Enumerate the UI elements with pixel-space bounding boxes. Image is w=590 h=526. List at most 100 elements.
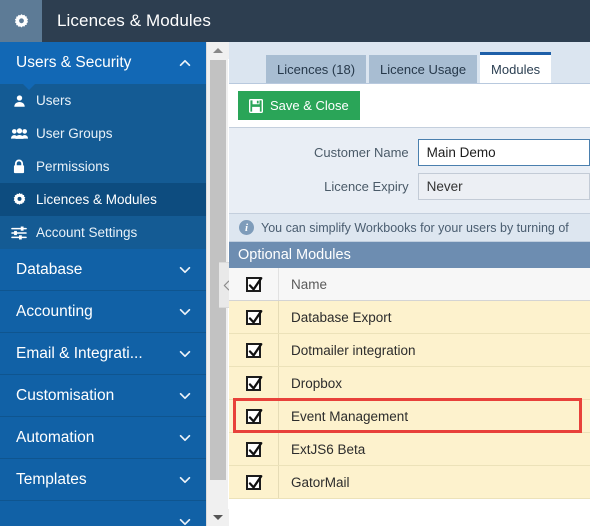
row-checkbox-cell[interactable] [229,301,279,333]
module-name: Database Export [291,309,392,325]
module-checkbox[interactable] [246,342,263,358]
content-toolbar: Save & Close [229,84,590,127]
row-checkbox-cell[interactable] [229,334,279,366]
sidebar-group-label: Users & Security [16,54,132,71]
table-row[interactable]: Event Management [229,398,590,433]
module-checkbox[interactable] [246,408,263,424]
lock-icon [8,159,30,175]
sidebar-item-label: User Groups [36,126,113,141]
grid-title: Optional Modules [238,247,351,263]
triangle-up-icon [213,48,223,53]
module-checkbox[interactable] [246,441,263,457]
sidebar-group-label: Email & Integrati... [16,344,143,362]
sidebar-group-customisation[interactable]: Customisation [0,375,206,417]
module-name: ExtJS6 Beta [291,441,366,457]
app-logo[interactable] [0,0,42,42]
checkmark-icon [248,441,263,456]
tab-licence-usage[interactable]: Licence Usage [369,55,478,83]
sidebar-group-automation[interactable]: Automation [0,417,206,459]
chevron-down-icon [179,308,191,315]
select-all-cell[interactable] [229,268,279,300]
module-checkbox[interactable] [246,309,263,325]
checkmark-icon [248,309,263,324]
sidebar-group-label: Customisation [16,386,115,404]
tab-strip: Licences (18) Licence Usage Modules [229,42,590,84]
tab-label: Licences (18) [277,61,356,77]
sidebar-subitems: Users User Groups Permissions Licences &… [0,84,206,249]
sidebar-group-users-security[interactable]: Users & Security [0,42,206,90]
sidebar-item-account-settings[interactable]: Account Settings [0,216,206,249]
sidebar-item-permissions[interactable]: Permissions [0,150,206,183]
tab-licences[interactable]: Licences (18) [266,55,367,83]
info-banner-text: You can simplify Workbooks for your user… [261,220,569,235]
save-and-close-button[interactable]: Save & Close [238,91,360,120]
table-row[interactable]: Database Export [229,301,590,334]
floppy-disk-icon [249,98,263,113]
sidebar-item-label: Permissions [36,159,110,174]
sidebar-group-label: Automation [16,428,95,446]
group-pointer [22,83,36,90]
sidebar-item-licences-modules[interactable]: Licences & Modules [0,183,206,216]
scroll-up-button[interactable] [207,42,229,59]
checkmark-icon [248,375,263,390]
chevron-down-icon [179,350,191,357]
sidebar-group-label: Accounting [16,302,93,320]
chevron-up-icon [179,59,191,67]
tab-label: Modules [491,61,541,77]
table-row[interactable]: ExtJS6 Beta [229,433,590,466]
application-window: Licences & Modules Users & Security User… [0,0,590,526]
module-name: Dotmailer integration [291,342,416,358]
module-name: Event Management [291,408,409,424]
sidebar-group-database[interactable]: Database [0,249,206,291]
sidebar-group-accounting[interactable]: Accounting [0,291,206,333]
sidebar-group-label: Database [16,260,83,278]
module-name: Dropbox [291,375,343,391]
checkmark-icon [248,408,263,423]
sidebar-group-label: Templates [16,470,87,488]
tab-label: Licence Usage [380,61,467,77]
module-checkbox[interactable] [246,375,263,391]
save-button-label: Save & Close [270,98,349,113]
users-group-icon [8,126,30,142]
checkmark-icon [248,474,263,489]
info-banner: i You can simplify Workbooks for your us… [229,214,590,242]
table-row[interactable]: Dropbox [229,367,590,400]
licence-expiry-field[interactable] [417,173,590,200]
row-checkbox-cell[interactable] [229,400,279,432]
tab-modules[interactable]: Modules [480,52,552,83]
customer-name-label: Customer Name [314,145,409,160]
grid-column-header-row: Name [229,268,590,301]
row-checkbox-cell[interactable] [229,433,279,465]
form-row-customer-name: Customer Name [229,139,590,166]
gear-icon [8,192,30,208]
form-row-licence-expiry: Licence Expiry [229,173,590,200]
triangle-down-icon [213,515,223,520]
sidebar-item-label: Users [36,93,72,108]
module-checkbox[interactable] [246,474,263,490]
sidebar-group-partial[interactable] [0,501,206,526]
row-checkbox-cell[interactable] [229,466,279,498]
chevron-down-icon [179,518,191,525]
grid-column-header-name[interactable]: Name [279,277,327,292]
module-name: GatorMail [291,474,350,490]
row-checkbox-cell[interactable] [229,367,279,399]
grid-title-bar: Optional Modules [229,242,590,268]
sliders-icon [8,225,30,241]
sidebar-group-email-integration[interactable]: Email & Integrati... [0,333,206,375]
scroll-down-button[interactable] [207,509,229,526]
gear-icon [14,13,28,27]
sidebar-group-templates[interactable]: Templates [0,459,206,501]
sidebar-item-label: Account Settings [36,225,138,240]
table-row[interactable]: Dotmailer integration [229,334,590,367]
chevron-down-icon [179,434,191,441]
customer-name-field[interactable] [417,139,590,166]
select-all-checkbox[interactable] [246,276,263,292]
main-content: Licences (18) Licence Usage Modules Save… [229,42,590,526]
checkmark-icon [248,342,263,357]
table-row[interactable]: GatorMail [229,466,590,499]
user-icon [8,93,30,109]
chevron-down-icon [179,266,191,273]
sidebar-item-user-groups[interactable]: User Groups [0,117,206,150]
chevron-down-icon [179,476,191,483]
chevron-down-icon [179,392,191,399]
